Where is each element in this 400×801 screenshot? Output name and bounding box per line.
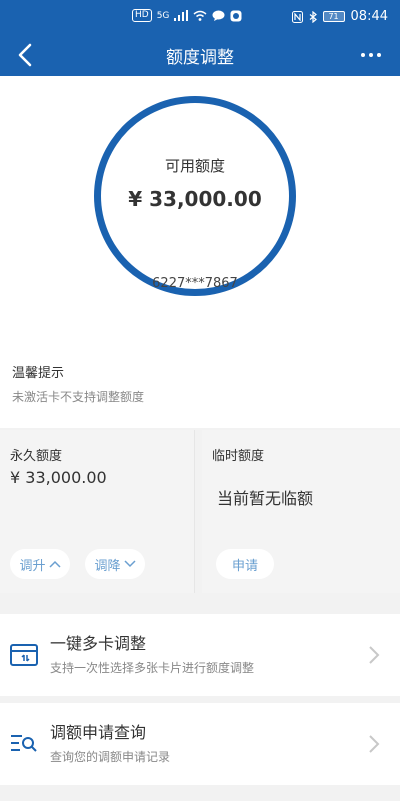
apply-temporary-label: 申请 xyxy=(231,558,258,574)
chevron-up-icon xyxy=(48,560,61,568)
app-icon xyxy=(230,10,242,21)
more-options-button[interactable] xyxy=(354,39,388,71)
raise-quota-button[interactable]: 调升 xyxy=(10,549,70,579)
wifi-icon xyxy=(193,10,207,21)
bluetooth-icon xyxy=(309,10,317,23)
menu-item-subtitle: 支持一次性选择多张卡片进行额度调整 xyxy=(50,661,255,675)
status-right-icons: 71 08:44 xyxy=(291,9,388,24)
nfc-icon xyxy=(291,10,303,23)
status-left-icons: HD 5G xyxy=(132,9,242,22)
apply-temporary-button[interactable]: 申请 xyxy=(216,549,274,579)
more-dot-icon xyxy=(369,53,373,57)
available-credit-label: 可用额度 xyxy=(164,157,225,175)
nav-bar: 额度调整 xyxy=(0,34,400,76)
credit-ring: 可用额度 ¥ 33,000.00 6227***7867 xyxy=(94,96,296,296)
menu-item-multi-card-adjust[interactable]: 一键多卡调整 支持一次性选择多张卡片进行额度调整 xyxy=(0,614,400,696)
list-search-icon xyxy=(11,735,37,752)
chat-icon xyxy=(212,10,225,21)
page-title: 额度调整 xyxy=(166,48,234,68)
status-bar: HD 5G 71 08:44 xyxy=(0,0,400,34)
hd-indicator: HD xyxy=(132,9,152,22)
chevron-right-icon xyxy=(369,646,380,664)
card-number: 6227***7867 xyxy=(152,276,238,291)
signal-icon xyxy=(174,10,189,21)
permanent-quota-card: 永久额度 ¥ 33,000.00 调升 调降 xyxy=(0,430,195,593)
credit-summary-panel: 可用额度 ¥ 33,000.00 6227***7867 xyxy=(0,76,400,352)
available-credit-amount: ¥ 33,000.00 xyxy=(128,187,262,211)
lower-quota-button[interactable]: 调降 xyxy=(85,549,145,579)
temporary-quota-card: 临时额度 当前暂无临额 申请 xyxy=(202,430,400,593)
network-indicator: 5G xyxy=(156,10,170,21)
menu-item-application-query[interactable]: 调额申请查询 查询您的调额申请记录 xyxy=(0,703,400,785)
lower-quota-label: 调降 xyxy=(94,558,121,574)
temporary-quota-title: 临时额度 xyxy=(212,449,265,464)
chevron-down-icon xyxy=(123,560,136,568)
battery-icon: 71 xyxy=(322,11,345,22)
menu-item-subtitle: 查询您的调额申请记录 xyxy=(50,750,171,764)
tips-section: 温馨提示 未激活卡不支持调整额度 xyxy=(0,352,400,428)
tips-text: 未激活卡不支持调整额度 xyxy=(12,390,145,404)
permanent-quota-title: 永久额度 xyxy=(10,449,63,464)
permanent-quota-value: ¥ 33,000.00 xyxy=(10,468,107,487)
more-dot-icon xyxy=(361,53,365,57)
menu-item-title: 一键多卡调整 xyxy=(50,634,147,653)
raise-quota-label: 调升 xyxy=(19,558,46,574)
clock: 08:44 xyxy=(350,9,388,24)
menu-item-title: 调额申请查询 xyxy=(50,723,147,742)
quota-section: 永久额度 ¥ 33,000.00 调升 调降 临时额度 当前暂无临额 申请 xyxy=(0,428,400,596)
more-dot-icon xyxy=(377,53,381,57)
card-transfer-icon xyxy=(10,644,38,666)
tips-title: 温馨提示 xyxy=(12,366,65,381)
chevron-right-icon xyxy=(369,735,380,753)
temporary-quota-value: 当前暂无临额 xyxy=(217,489,314,508)
